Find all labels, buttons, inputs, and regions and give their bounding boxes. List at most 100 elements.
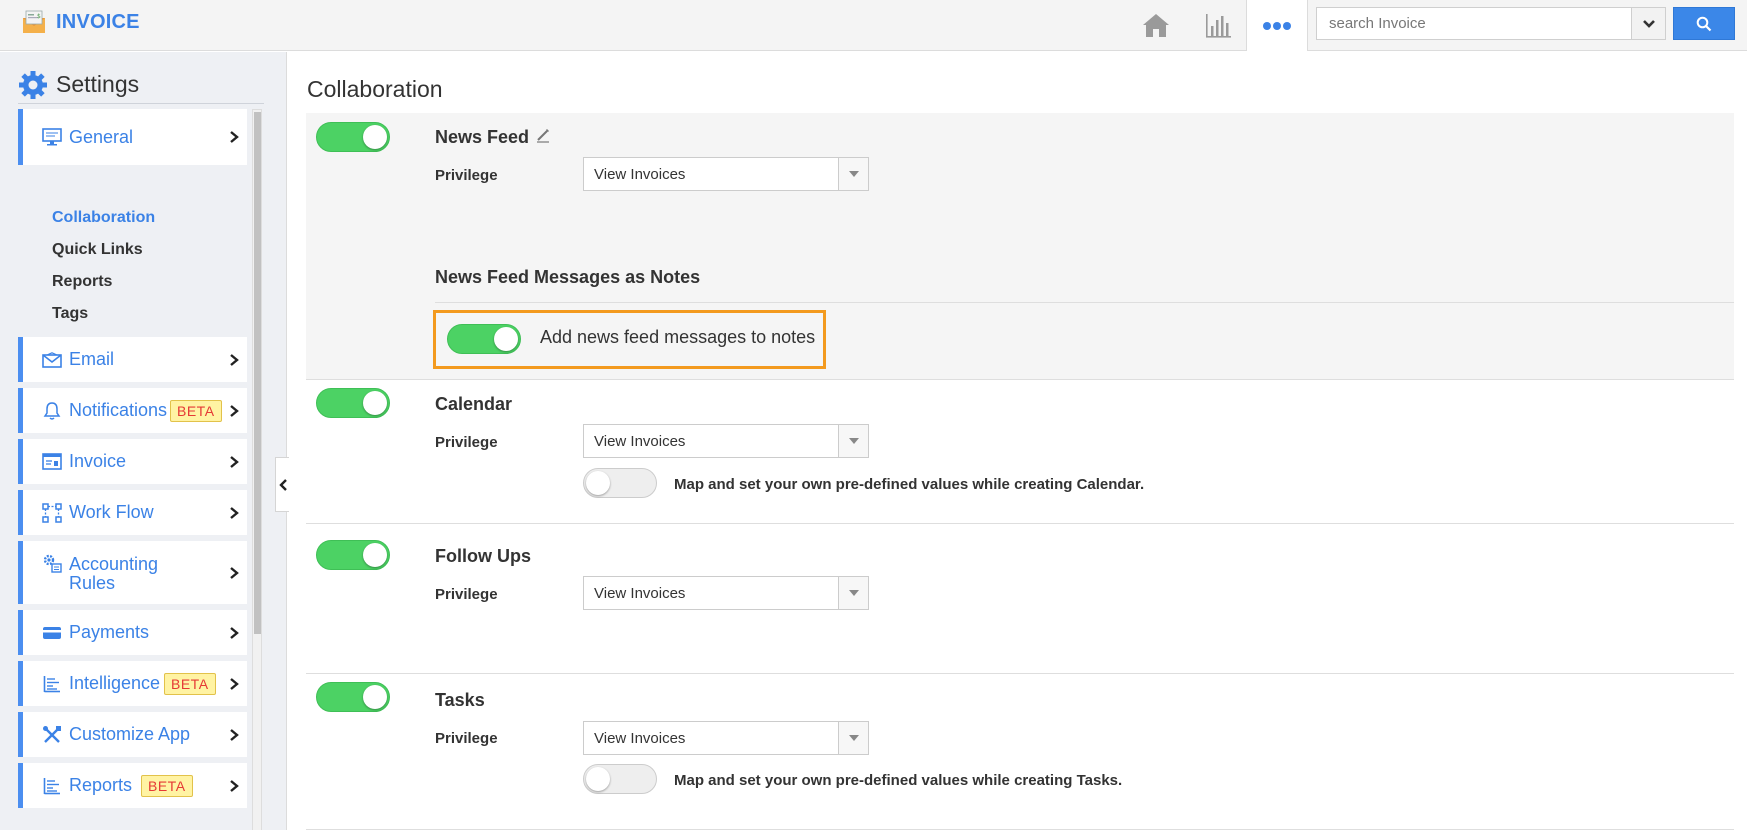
calendar-map-text: Map and set your own pre-defined values … xyxy=(674,476,1145,493)
chevron-left-icon xyxy=(278,478,287,491)
credit-card-icon xyxy=(41,622,63,644)
sidebar-item-customize-app[interactable]: Customize App xyxy=(18,712,247,757)
analytics-button[interactable] xyxy=(1201,8,1235,42)
select-value: View Invoices xyxy=(594,432,686,450)
gear-rules-icon xyxy=(41,552,63,574)
select-value: View Invoices xyxy=(594,165,686,183)
invoice-icon xyxy=(41,451,63,473)
monitor-icon xyxy=(41,126,63,148)
invoice-logo-icon: $ xyxy=(23,10,45,33)
tasks-title: Tasks xyxy=(435,690,485,710)
calendar-section: Calendar Privilege View Invoices Map and… xyxy=(306,380,1734,524)
more-button[interactable] xyxy=(1246,0,1308,51)
sidebar-menu: General Collaboration Quick Links Report… xyxy=(18,109,248,830)
sidebar-item-label: Payments xyxy=(69,622,150,642)
caret-down-icon xyxy=(838,577,868,609)
toggle-knob xyxy=(363,125,387,149)
sidebar-subitem-reports[interactable]: Reports xyxy=(52,273,112,291)
toggle-knob xyxy=(494,327,518,351)
sidebar-item-label: Reports xyxy=(69,775,133,795)
notes-heading: News Feed Messages as Notes xyxy=(435,267,701,287)
sidebar-item-payments[interactable]: Payments xyxy=(18,610,247,655)
settings-header: Settings xyxy=(18,66,264,104)
privilege-label: Privilege xyxy=(435,586,498,603)
search-button[interactable] xyxy=(1673,7,1735,40)
tasks-section: Tasks Privilege View Invoices Map and se… xyxy=(306,682,1734,830)
toggle-knob xyxy=(363,543,387,567)
beta-badge: BETA xyxy=(141,774,193,797)
sidebar-item-label: Accounting xyxy=(69,554,159,574)
envelope-icon xyxy=(41,349,63,371)
sidebar-item-work-flow[interactable]: Work Flow xyxy=(18,490,247,535)
gear-icon xyxy=(19,70,47,99)
divider xyxy=(435,302,1734,303)
tasks-privilege-select[interactable]: View Invoices xyxy=(583,721,869,755)
bell-icon xyxy=(41,400,63,422)
news-feed-title: News Feed xyxy=(435,127,530,147)
bar-chart-icon xyxy=(1206,14,1231,38)
sidebar-item-reports[interactable]: Reports BETA xyxy=(18,763,247,808)
sidebar-item-label: Email xyxy=(69,349,115,369)
notes-toggle[interactable] xyxy=(447,324,521,354)
sidebar-scrollbar[interactable] xyxy=(252,109,262,830)
page-title: Collaboration xyxy=(307,76,443,102)
app-logo[interactable]: $ INVOICE xyxy=(20,9,140,35)
sidebar-item-label: Notifications xyxy=(69,400,168,420)
scrollbar-thumb[interactable] xyxy=(254,112,261,634)
caret-down-icon xyxy=(838,722,868,754)
calendar-toggle[interactable] xyxy=(316,388,390,418)
workflow-icon xyxy=(41,502,63,524)
privilege-label: Privilege xyxy=(435,434,498,451)
sidebar-item-general[interactable]: General xyxy=(18,109,247,165)
sidebar-subitem-collaboration[interactable]: Collaboration xyxy=(52,209,155,227)
news-feed-section: News Feed Privilege View Invoices News F… xyxy=(306,113,1734,380)
tasks-map-toggle[interactable] xyxy=(583,764,657,794)
news-feed-privilege-select[interactable]: View Invoices xyxy=(583,157,869,191)
tasks-toggle[interactable] xyxy=(316,682,390,712)
svg-text:$: $ xyxy=(37,13,41,20)
top-bar: $ INVOICE xyxy=(0,0,1747,51)
sidebar-item-accounting-rules[interactable]: Accounting Rules xyxy=(18,541,247,604)
chevron-right-icon xyxy=(230,506,239,519)
follow-ups-toggle[interactable] xyxy=(316,540,390,570)
chevron-right-icon xyxy=(230,677,239,690)
sidebar-item-invoice[interactable]: Invoice xyxy=(18,439,247,484)
beta-badge: BETA xyxy=(170,399,222,422)
sidebar-item-email[interactable]: Email xyxy=(18,337,247,382)
notes-highlight-box: Add news feed messages to notes xyxy=(433,310,826,369)
app-title: INVOICE xyxy=(56,10,140,33)
search-scope-dropdown[interactable] xyxy=(1631,8,1665,39)
sidebar-subitem-quick-links[interactable]: Quick Links xyxy=(52,241,143,259)
sidebar-item-intelligence[interactable]: Intelligence BETA xyxy=(18,661,247,706)
settings-sidebar: Settings General Collaboration Quick Lin… xyxy=(0,52,287,830)
report-lines-icon xyxy=(41,673,63,695)
chevron-right-icon xyxy=(230,626,239,639)
sidebar-item-notifications[interactable]: Notifications BETA xyxy=(18,388,247,433)
sidebar-collapse-button[interactable] xyxy=(275,457,289,512)
calendar-map-toggle[interactable] xyxy=(583,468,657,498)
privilege-label: Privilege xyxy=(435,730,498,747)
tools-icon xyxy=(41,724,63,746)
sidebar-item-label: General xyxy=(69,126,134,147)
home-button[interactable] xyxy=(1139,8,1173,42)
toggle-knob xyxy=(586,471,610,495)
chevron-right-icon xyxy=(230,566,239,579)
sidebar-item-label: Invoice xyxy=(69,451,127,471)
chevron-down-icon xyxy=(1642,19,1655,28)
search-box xyxy=(1316,7,1666,40)
search-input[interactable] xyxy=(1317,8,1631,39)
privilege-label: Privilege xyxy=(435,167,498,184)
follow-ups-title: Follow Ups xyxy=(435,546,531,566)
sidebar-subitem-tags[interactable]: Tags xyxy=(52,305,88,323)
follow-ups-section: Follow Ups Privilege View Invoices xyxy=(306,532,1734,674)
pencil-edit-icon[interactable] xyxy=(535,127,551,143)
tasks-map-text: Map and set your own pre-defined values … xyxy=(674,772,1123,789)
follow-ups-privilege-select[interactable]: View Invoices xyxy=(583,576,869,610)
chevron-right-icon xyxy=(230,131,239,143)
sidebar-item-label: Intelligence xyxy=(69,673,161,693)
news-feed-toggle[interactable] xyxy=(316,122,390,152)
sidebar-item-label: Customize App xyxy=(69,724,191,744)
settings-title: Settings xyxy=(56,71,140,97)
calendar-privilege-select[interactable]: View Invoices xyxy=(583,424,869,458)
chevron-right-icon xyxy=(230,353,239,366)
